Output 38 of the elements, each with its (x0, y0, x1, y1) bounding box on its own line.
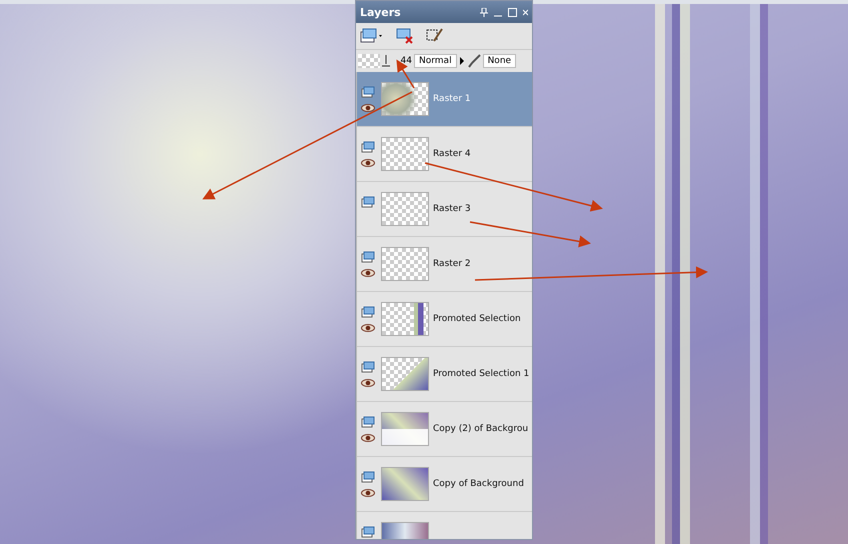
layer-icon[interactable] (361, 416, 375, 428)
edit-selection-icon[interactable] (426, 28, 444, 44)
eye-icon[interactable] (361, 269, 375, 277)
layer-name: Copy (2) of Backgrou (433, 424, 528, 434)
opacity-icon[interactable] (382, 55, 390, 67)
layer-icon[interactable] (361, 86, 375, 98)
layer-swatch (358, 54, 380, 68)
new-layer-icon[interactable] (360, 28, 384, 44)
layer-icon[interactable] (361, 471, 375, 483)
eye-icon[interactable] (361, 434, 375, 442)
layer-icon[interactable] (361, 251, 375, 263)
layer-icon[interactable] (361, 306, 375, 318)
close-icon[interactable] (523, 8, 528, 16)
eye-icon[interactable] (361, 159, 375, 167)
layer-icon[interactable] (361, 196, 375, 208)
mask-field[interactable]: None (482, 54, 516, 68)
layer-icon[interactable] (361, 361, 375, 373)
pin-icon[interactable] (480, 8, 488, 16)
brush-icon[interactable] (466, 54, 481, 68)
layer-name: Raster 1 (433, 94, 471, 104)
eye-icon[interactable] (361, 489, 375, 497)
delete-layer-icon[interactable] (396, 28, 414, 44)
layer-name: Promoted Selection (433, 314, 521, 324)
layer-name: Raster 4 (433, 149, 471, 159)
layer-name: Raster 2 (433, 259, 471, 269)
blend-mode-field[interactable]: Normal (414, 54, 457, 68)
eye-icon[interactable] (361, 379, 375, 387)
layer-icon[interactable] (361, 141, 375, 153)
layer-name: Promoted Selection 1 (433, 369, 530, 379)
eye-icon[interactable] (361, 324, 375, 332)
layer-name: Copy of Background (433, 479, 524, 489)
layer-icon[interactable] (361, 526, 375, 538)
opacity-value[interactable]: 44 (392, 56, 412, 66)
dropdown-arrow-icon[interactable] (458, 56, 465, 66)
panel-title: Layers (360, 6, 402, 18)
layer-name: Raster 3 (433, 204, 471, 214)
eye-icon[interactable] (361, 104, 375, 112)
maximize-icon[interactable] (508, 8, 517, 16)
